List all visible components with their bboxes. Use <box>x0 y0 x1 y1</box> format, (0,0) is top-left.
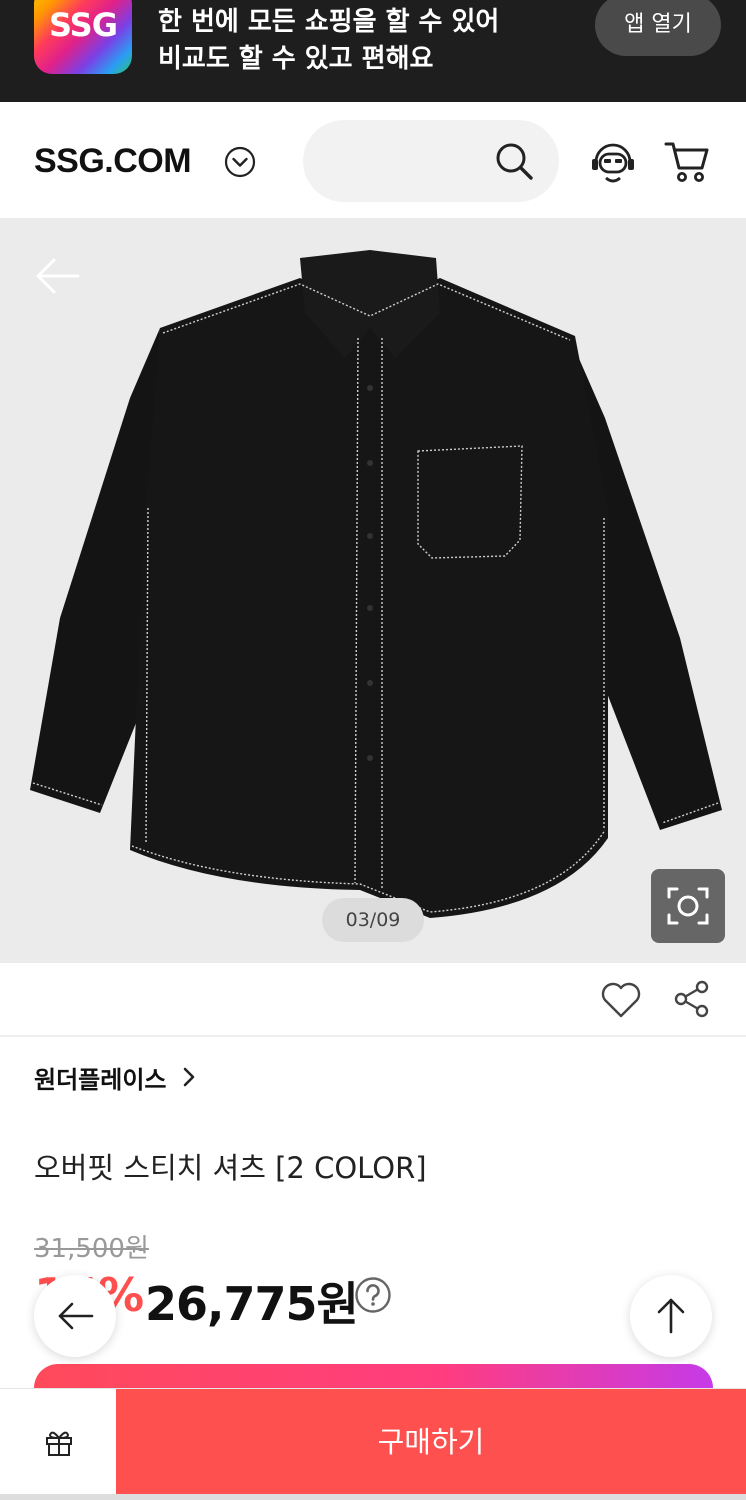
search-icon[interactable] <box>493 140 535 182</box>
image-counter: 03/09 <box>322 898 424 942</box>
brand-logo[interactable]: SSG.COM <box>34 142 192 181</box>
arrow-up-icon <box>657 1298 685 1334</box>
customer-service-icon[interactable] <box>588 138 638 186</box>
sale-price: 26,775원 <box>145 1277 359 1331</box>
floating-back-button[interactable] <box>34 1275 116 1357</box>
scroll-to-top-button[interactable] <box>630 1275 712 1357</box>
promo-line-1: 한 번에 모든 쇼핑을 할 수 있어 <box>158 7 500 37</box>
bottom-purchase-bar: 구매하기 <box>0 1388 746 1500</box>
image-search-button[interactable] <box>651 869 725 943</box>
back-arrow-icon[interactable] <box>34 256 82 296</box>
original-price: 31,500원 <box>34 1234 149 1264</box>
gift-button[interactable] <box>0 1389 116 1495</box>
chevron-right-icon[interactable] <box>180 1066 198 1088</box>
home-indicator <box>0 1494 746 1500</box>
promo-line-2: 비교도 할 수 있고 편해요 <box>158 44 434 74</box>
cart-icon[interactable] <box>664 140 710 184</box>
product-image-shirt <box>30 250 722 918</box>
chevron-down-icon[interactable] <box>224 146 256 178</box>
share-icon[interactable] <box>672 979 712 1019</box>
promo-text: 한 번에 모든 쇼핑을 할 수 있어 비교도 할 수 있고 편해요 <box>158 4 499 78</box>
app-promo-banner: SSG 한 번에 모든 쇼핑을 할 수 있어 비교도 할 수 있고 편해요 앱 … <box>0 0 746 102</box>
product-image-gallery[interactable]: 03/09 <box>0 218 746 963</box>
search-input[interactable] <box>303 120 559 202</box>
heart-icon[interactable] <box>600 981 642 1019</box>
help-icon[interactable] <box>354 1276 392 1314</box>
site-header: SSG.COM <box>0 102 746 218</box>
store-link[interactable]: 원더플레이스 <box>34 1060 166 1095</box>
ssg-app-logo: SSG <box>34 0 132 74</box>
back-arrow-icon <box>58 1302 94 1330</box>
gift-icon <box>46 1431 72 1456</box>
product-title: 오버핏 스티치 셔츠 [2 COLOR] <box>34 1151 427 1185</box>
camera-lens-icon <box>667 887 709 925</box>
buy-button[interactable]: 구매하기 <box>116 1389 746 1495</box>
ssg-logo-text: SSG <box>49 6 118 44</box>
product-actions-row <box>0 963 746 1037</box>
open-app-button[interactable]: 앱 열기 <box>595 0 721 56</box>
